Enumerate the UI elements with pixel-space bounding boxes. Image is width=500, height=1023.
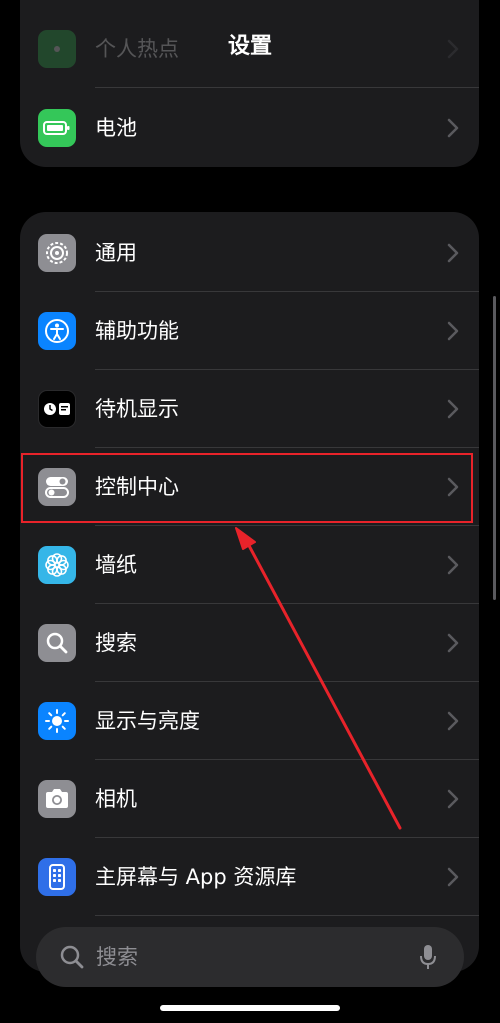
search-field[interactable]: 搜索 (36, 927, 464, 987)
microphone-icon[interactable] (418, 943, 438, 975)
search-placeholder: 搜索 (96, 945, 138, 969)
annotation-arrow (235, 527, 402, 830)
home-indicator[interactable] (160, 1005, 340, 1011)
search-icon (58, 943, 86, 975)
